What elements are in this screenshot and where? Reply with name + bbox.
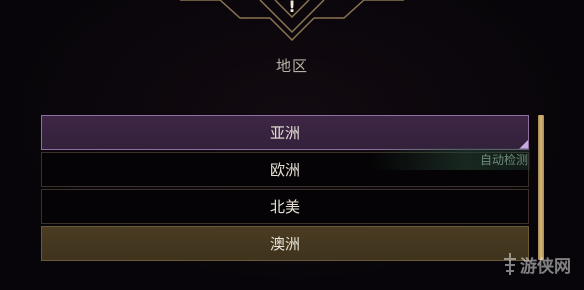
watermark-text: 游侠网 [520, 256, 571, 277]
region-option-asia[interactable]: 亚洲 [41, 115, 529, 150]
scrollbar-thumb[interactable] [538, 115, 544, 260]
region-list: 亚洲 欧洲 北美 澳洲 [41, 115, 529, 263]
region-option-label: 澳洲 [269, 235, 300, 253]
region-option-oceania[interactable]: 澳洲 [41, 226, 529, 261]
region-option-label: 北美 [269, 198, 300, 216]
region-option-label: 亚洲 [269, 124, 300, 142]
region-title: 地区 [275, 57, 308, 75]
region-option-north-america[interactable]: 北美 [41, 189, 529, 224]
scrollbar[interactable] [538, 115, 544, 260]
auto-detect-label: 自动检测 [479, 152, 528, 167]
watermark-logo-icon [504, 253, 516, 275]
watermark: 游侠网 [502, 244, 582, 284]
exclamation-icon: ! [288, 0, 296, 16]
region-select-screen: ! 地区 亚洲 欧洲 北美 澳洲 自动检测 游侠网 [0, 0, 584, 290]
region-option-label: 欧洲 [269, 161, 300, 179]
auto-detect-tag: 自动检测 [370, 148, 530, 170]
